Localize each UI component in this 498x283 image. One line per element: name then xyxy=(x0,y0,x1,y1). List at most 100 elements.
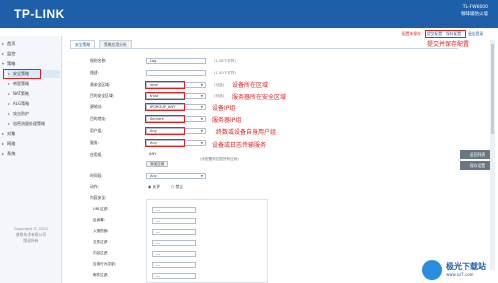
sidebar-item-monitor[interactable]: ▸ 监控 xyxy=(2,50,60,58)
app-behavior-label: 应用行为控制: xyxy=(93,262,116,266)
dest-address-label: 目的地址: xyxy=(90,116,107,121)
save-config-link[interactable]: 保存配置 xyxy=(446,31,461,37)
description-hint: (1-50个字符) xyxy=(214,71,236,75)
sidebar-item-label: 对象 xyxy=(7,131,16,136)
sidebar-item-label: 加密流量处理策略 xyxy=(13,121,45,126)
dest-zone-label: 目的安全区域: xyxy=(90,93,115,98)
source-zone-select[interactable]: local ▼ xyxy=(146,82,206,88)
deny-label: 禁止 xyxy=(175,184,184,189)
annotation-user: 终数或设备自身用户组 xyxy=(216,129,277,136)
ips-select[interactable]: --- xyxy=(152,229,196,235)
sidebar-item-label: 攻击防护 xyxy=(13,111,29,116)
content-filter-select[interactable]: --- xyxy=(152,251,196,257)
unsaved-notice: 配置未保存 xyxy=(402,31,421,36)
chevron-down-icon: ▼ xyxy=(200,83,203,87)
dest-zone-value: trust xyxy=(150,94,159,98)
scrollbar-thumb[interactable] xyxy=(491,44,494,134)
url-filter-label: URL过滤: xyxy=(93,207,109,211)
sidebar-item-label: 系统 xyxy=(7,151,16,156)
sidebar-item-label: NAT策略 xyxy=(13,91,29,96)
device-model: TL-FW6600 咖啡级防火墙 xyxy=(461,4,488,18)
sidebar-item-label: 策略 xyxy=(7,61,16,66)
annotation-commit: 提交并保存配置 xyxy=(427,41,470,48)
sidebar-item-home[interactable]: ▸ 首页 xyxy=(2,40,60,48)
sidebar-item-network[interactable]: ▸ 网络 xyxy=(2,140,60,148)
sidebar-item-label: 监控 xyxy=(7,51,16,56)
url-filter-select[interactable]: --- xyxy=(152,207,196,213)
action-allow-radio[interactable]: ◉ 允许 xyxy=(148,184,160,190)
schedule-label: 时间段: xyxy=(90,173,103,178)
rule-name-label: 规则名称: xyxy=(90,58,107,63)
watermark-title: 极光下载站 xyxy=(446,262,486,271)
source-zone-value: local xyxy=(150,83,159,87)
file-filter-select[interactable]: --- xyxy=(152,240,196,246)
user-group-value: Any xyxy=(150,129,157,133)
annotation-service: 设备或日志传输服务 xyxy=(212,142,267,149)
action-deny-radio[interactable]: ○ 禁止 xyxy=(171,184,183,190)
brand-logo: TP-LINK xyxy=(14,7,65,21)
sidebar-subitem-attack-defense[interactable]: ▸ 攻击防护 xyxy=(8,110,60,118)
sidebar-item-system[interactable]: ▸ 系统 xyxy=(2,150,60,158)
chevron-down-icon: ▼ xyxy=(200,174,203,178)
annotation-src-addr: 设备IP组 xyxy=(212,105,236,112)
mail-filter-select[interactable]: --- xyxy=(152,273,196,279)
sidebar: ▸ 首页 ▸ 监控 ▾ 策略 ▸ 安全策略 ▸ 带宽策略 ▸ NAT策略 ▸ ALG策略 ▸ 攻… xyxy=(0,36,62,283)
sidebar-item-label: ALG策略 xyxy=(13,101,30,106)
tab-divider xyxy=(70,48,458,49)
annotation-dest-zone: 服务器所在安全区域 xyxy=(232,94,287,101)
watermark: 极光下载站 www.xz7.com xyxy=(422,258,498,282)
action-label: 动作: xyxy=(90,184,99,189)
schedule-value: Any xyxy=(150,174,157,178)
sidebar-item-policy[interactable]: ▾ 策略 xyxy=(2,60,60,68)
sidebar-item-label: 安全策略 xyxy=(13,71,29,76)
sidebar-subitem-encrypted-traffic[interactable]: ▸ 加密流量处理策略 xyxy=(8,120,60,128)
chevron-down-icon: ▼ xyxy=(200,94,203,98)
chevron-down-icon: ▼ xyxy=(200,141,203,145)
tab-policy-analysis[interactable]: 策略应用分析 xyxy=(99,40,132,48)
chevron-down-icon: ▼ xyxy=(200,105,203,109)
file-filter-label: 文件过滤: xyxy=(93,240,109,244)
service-value: Any xyxy=(150,141,157,145)
logout-link[interactable]: 退出登录 xyxy=(468,31,483,37)
rule-name-input[interactable]: Log xyxy=(146,58,206,64)
watermark-logo-icon xyxy=(422,260,442,280)
app-group-hint: (未配置则匹配所有应用) xyxy=(200,157,239,161)
tab-security-policy[interactable]: 安全策略 xyxy=(70,40,96,48)
source-zone-hint: (可选) xyxy=(214,83,224,87)
scrollbar[interactable] xyxy=(490,40,495,270)
dest-zone-hint: (可选) xyxy=(214,94,224,98)
antivirus-select[interactable]: --- xyxy=(152,218,196,224)
annotation-dst-addr: 服务器IP组 xyxy=(212,117,242,124)
sidebar-subitem-alg-policy[interactable]: ▸ ALG策略 xyxy=(8,100,60,108)
sidebar-subitem-bandwidth-policy[interactable]: ▸ 带宽策略 xyxy=(8,80,60,88)
schedule-select[interactable]: Any ▼ xyxy=(146,173,206,179)
sidebar-subitem-security-policy[interactable]: ▸ 安全策略 xyxy=(8,70,60,78)
service-label: 服务: xyxy=(90,140,99,145)
model-number: TL-FW6600 xyxy=(462,5,488,10)
sidebar-subitem-nat-policy[interactable]: ▸ NAT策略 xyxy=(8,90,60,98)
sidebar-item-label: 首页 xyxy=(7,41,16,46)
dest-address-value: Servers xyxy=(150,117,164,121)
dest-address-select[interactable]: Servers ▼ xyxy=(146,116,206,122)
dest-zone-select[interactable]: trust ▼ xyxy=(146,93,206,99)
copyright: Copyright © 2021 普联技术有限公司 版权所有 xyxy=(4,226,58,244)
copyright-line: 版权所有 xyxy=(23,238,39,243)
service-select[interactable]: Any ▼ xyxy=(146,140,206,146)
app-behavior-select[interactable]: --- xyxy=(152,262,196,268)
product-name: 咖啡级防火墙 xyxy=(461,12,488,17)
source-address-select[interactable]: IPGROUP_ANY ▼ xyxy=(146,104,206,110)
annotation-zone: 设备所在区域 xyxy=(232,82,269,89)
source-address-value: IPGROUP_ANY xyxy=(150,105,176,109)
content-filter-label: 内容过滤: xyxy=(93,251,109,255)
source-zone-label: 源安全区域: xyxy=(90,82,111,87)
sidebar-item-objects[interactable]: ▸ 对象 xyxy=(2,130,60,138)
description-input[interactable] xyxy=(146,70,206,76)
commit-config-link[interactable]: 提交配置 xyxy=(427,31,442,37)
user-group-select[interactable]: Any ▼ xyxy=(146,128,206,134)
ips-label: 入侵防御: xyxy=(93,229,109,233)
app-group-label: 应用组: xyxy=(90,152,103,157)
mail-filter-label: 邮件过滤: xyxy=(93,273,109,277)
allow-label: 允许 xyxy=(152,184,161,189)
chevron-down-icon: ▼ xyxy=(200,129,203,133)
add-app-button[interactable]: 添加应用 xyxy=(146,161,169,167)
